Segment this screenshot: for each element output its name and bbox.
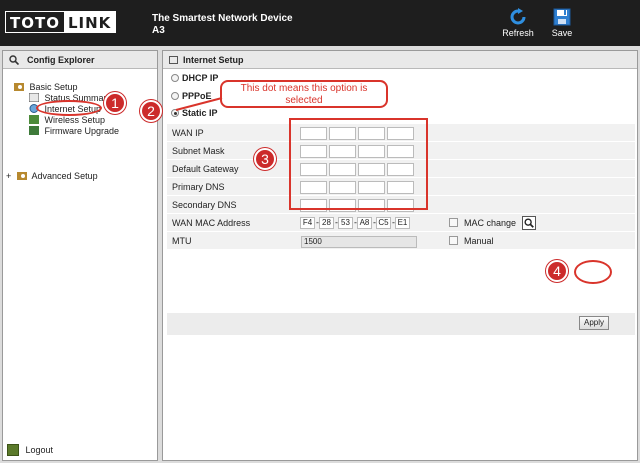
step-2-badge: 2 bbox=[140, 100, 162, 122]
mac-octet-4[interactable]: A8 bbox=[357, 217, 372, 229]
mac-change-label: MAC change bbox=[464, 218, 517, 228]
sidebar-item-wireless-setup[interactable]: Wireless Setup bbox=[29, 115, 105, 125]
folder-settings-icon bbox=[16, 172, 27, 180]
expand-icon[interactable]: + bbox=[6, 171, 14, 181]
step-3-badge: 3 bbox=[254, 148, 276, 170]
mac-octet-5[interactable]: C5 bbox=[376, 217, 391, 229]
save-button[interactable]: Save bbox=[542, 8, 582, 38]
default-gateway-label: Default Gateway bbox=[172, 164, 239, 174]
logout-link[interactable]: Logout bbox=[7, 444, 53, 456]
refresh-icon bbox=[510, 8, 526, 25]
secondary-dns-label: Secondary DNS bbox=[172, 200, 237, 210]
mtu-label: MTU bbox=[172, 236, 192, 246]
annotation-callout: This dot means this option is selected bbox=[220, 80, 388, 108]
logout-label: Logout bbox=[25, 445, 54, 455]
action-bar bbox=[167, 313, 635, 335]
basic-setup-label: Basic Setup bbox=[29, 82, 78, 92]
manual-label: Manual bbox=[464, 236, 494, 246]
internet-setup-title: Internet Setup bbox=[183, 55, 244, 65]
advanced-setup-folder[interactable]: + Advanced Setup bbox=[6, 171, 98, 181]
config-explorer-header: Config Explorer bbox=[3, 51, 157, 69]
logout-icon bbox=[7, 444, 19, 456]
callout-arrow bbox=[175, 97, 223, 111]
internet-setup-panel: Internet Setup DHCP IP PPPoE Static IP W… bbox=[162, 50, 638, 461]
refresh-button[interactable]: Refresh bbox=[498, 8, 538, 38]
save-label: Save bbox=[551, 28, 573, 38]
highlight-ip-fields bbox=[289, 118, 428, 210]
refresh-label: Refresh bbox=[502, 28, 534, 38]
mtu-row: MTU 1500 Manual bbox=[167, 232, 635, 250]
wan-ip-label: WAN IP bbox=[172, 128, 204, 138]
step-1-badge: 1 bbox=[104, 92, 126, 114]
mac-octet-6[interactable]: E1 bbox=[395, 217, 410, 229]
config-explorer-title: Config Explorer bbox=[27, 55, 95, 65]
advanced-setup-label: Advanced Setup bbox=[31, 171, 98, 181]
radio-label: DHCP IP bbox=[182, 73, 219, 83]
sidebar-item-firmware-upgrade[interactable]: Firmware Upgrade bbox=[29, 126, 119, 136]
highlight-apply bbox=[574, 260, 612, 284]
folder-settings-icon bbox=[14, 83, 24, 91]
primary-dns-label: Primary DNS bbox=[172, 182, 225, 192]
save-icon bbox=[553, 8, 571, 26]
tagline-text: The Smartest Network Device bbox=[152, 13, 293, 24]
basic-setup-folder[interactable]: Basic Setup bbox=[14, 82, 78, 92]
mac-change-checkbox[interactable] bbox=[449, 218, 458, 227]
top-bar: TOTO LINK The Smartest Network Device A3… bbox=[0, 0, 640, 46]
wan-mac-row: WAN MAC Address F4-28-53- A8- C5- E1 MAC ch… bbox=[167, 214, 635, 232]
header-tagline: The Smartest Network Device A3 bbox=[152, 13, 293, 37]
wireless-icon bbox=[29, 115, 39, 124]
status-icon bbox=[29, 93, 39, 102]
radio-dot[interactable] bbox=[171, 74, 179, 82]
internet-setup-header: Internet Setup bbox=[163, 51, 637, 69]
search-icon bbox=[9, 55, 19, 65]
logo-part-1: TOTO bbox=[6, 12, 64, 32]
sidebar-item-label: Wireless Setup bbox=[44, 115, 106, 125]
manual-checkbox[interactable] bbox=[449, 236, 458, 245]
radio-dhcp-ip[interactable]: DHCP IP bbox=[171, 73, 218, 83]
subnet-mask-label: Subnet Mask bbox=[172, 146, 225, 156]
model-name: A3 bbox=[152, 25, 165, 36]
totolink-logo: TOTO LINK bbox=[5, 11, 117, 33]
firmware-icon bbox=[29, 126, 39, 135]
mtu-field[interactable]: 1500 bbox=[301, 236, 417, 248]
sidebar-item-label: Firmware Upgrade bbox=[44, 126, 120, 136]
step-4-badge: 4 bbox=[546, 260, 568, 282]
mac-octet-2[interactable]: 28 bbox=[319, 217, 334, 229]
window-icon bbox=[169, 56, 178, 64]
logo-part-2: LINK bbox=[63, 12, 116, 32]
apply-button[interactable]: Apply bbox=[579, 316, 609, 330]
mac-search-icon[interactable] bbox=[522, 216, 536, 230]
mac-address-fields: F4-28-53- A8- C5- E1 bbox=[300, 217, 411, 229]
mac-octet-3[interactable]: 53 bbox=[338, 217, 353, 229]
mac-octet-1[interactable]: F4 bbox=[300, 217, 315, 229]
highlight-internet-setup bbox=[36, 100, 102, 116]
wan-mac-label: WAN MAC Address bbox=[172, 218, 251, 228]
